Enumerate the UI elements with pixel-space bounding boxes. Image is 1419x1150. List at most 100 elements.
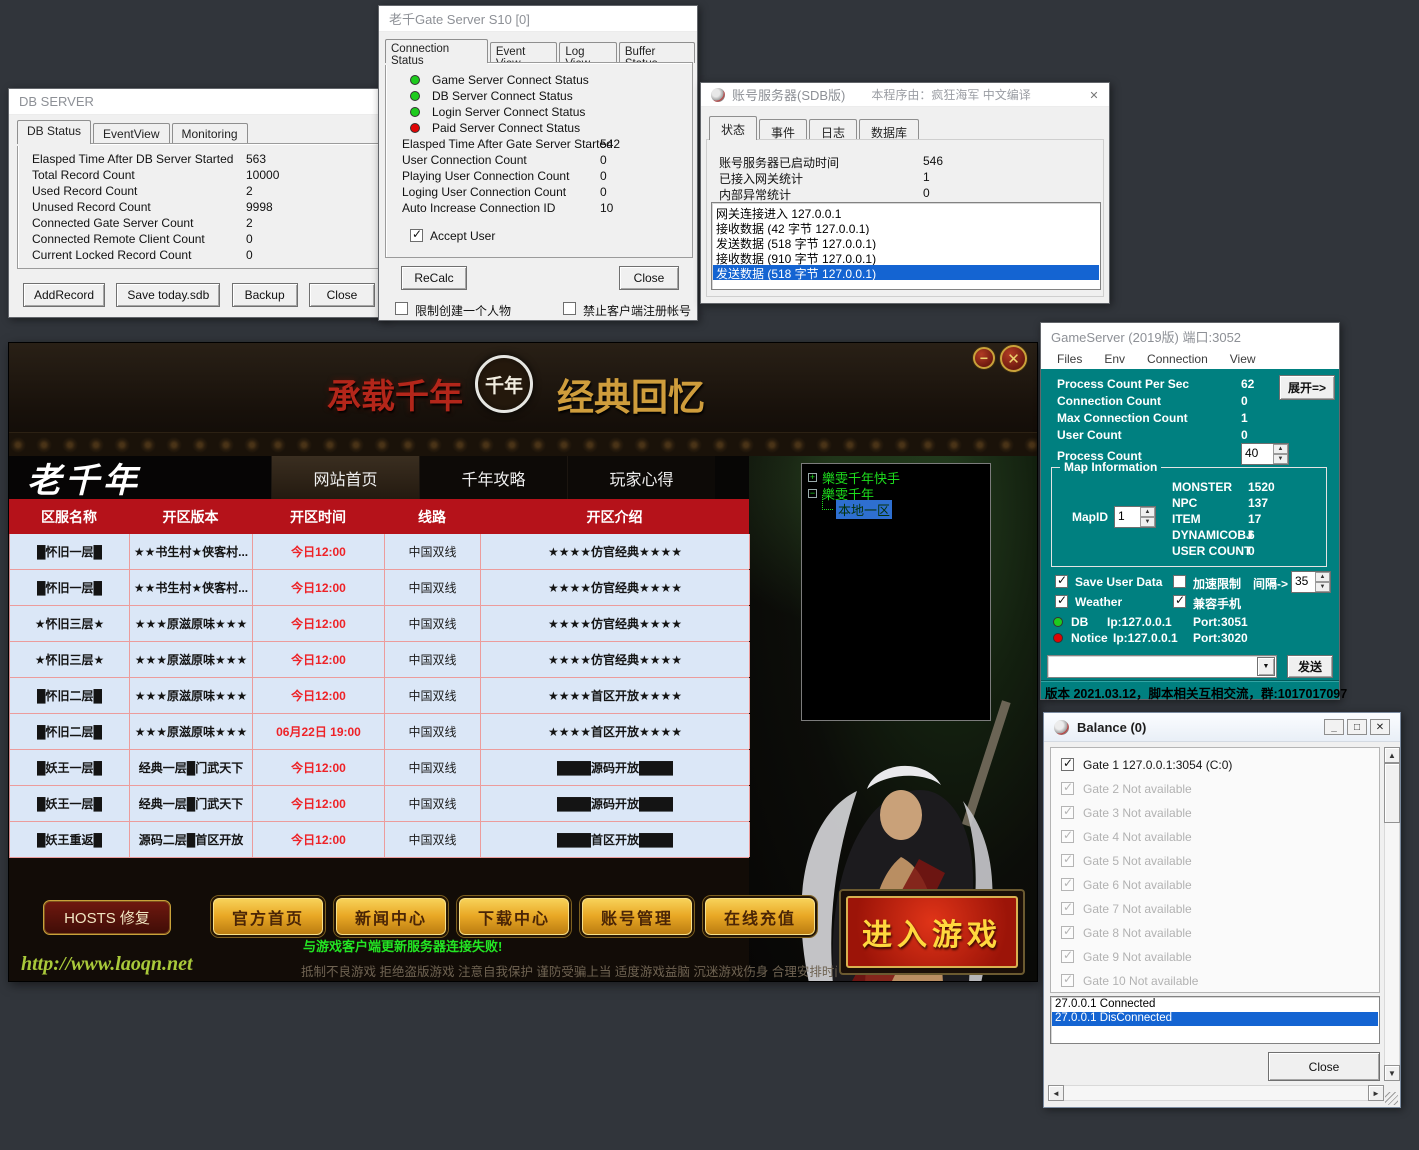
server-row[interactable]: █妖王一层█ 经典一层█门武天下 今日12:00 中国双线 ████源码开放██…: [10, 750, 749, 786]
tab-gate-server[interactable]: Log View: [559, 42, 617, 63]
server-row[interactable]: █妖王重返█ 源码二层█首区开放 今日12:00 中国双线 ████首区开放██…: [10, 822, 749, 858]
menu-item[interactable]: Connection: [1147, 352, 1208, 366]
log-item[interactable]: 网关连接进入 127.0.0.1: [713, 205, 1099, 220]
save-user-data-checkbox[interactable]: ✓: [1055, 575, 1068, 588]
hosts-fix-button[interactable]: HOSTS 修复: [43, 900, 171, 935]
dropdown-icon[interactable]: ▼: [1257, 657, 1275, 676]
tab-db-server[interactable]: EventView: [93, 123, 169, 144]
spin-up-icon[interactable]: ▲: [1273, 444, 1288, 454]
log-item[interactable]: 接收数据 (910 字节 127.0.0.1): [713, 250, 1099, 265]
tree-item[interactable]: 本地一区: [806, 501, 986, 517]
gate-checkbox[interactable]: ✓: [1061, 974, 1074, 987]
interval-stepper[interactable]: 35 ▲▼: [1291, 571, 1331, 593]
maximize-icon[interactable]: □: [1347, 719, 1367, 735]
process-count-stepper[interactable]: 40 ▲▼: [1241, 443, 1289, 465]
spin-up-icon[interactable]: ▲: [1315, 572, 1330, 582]
server-row[interactable]: █怀旧一层█ ★★书生村★侠客村... 今日12:00 中国双线 ★★★★仿官经…: [10, 570, 749, 606]
connection-item[interactable]: 27.0.0.1 DisConnected: [1052, 1012, 1378, 1026]
launcher-gold-button[interactable]: 在线充值: [703, 896, 817, 937]
tab-gate-server[interactable]: Buffer Status: [619, 42, 695, 63]
tab-account-server[interactable]: 日志: [809, 119, 857, 140]
enter-game-button[interactable]: 进入游戏: [846, 896, 1018, 968]
command-combobox[interactable]: ▼: [1047, 655, 1277, 678]
menu-item[interactable]: View: [1230, 352, 1256, 366]
balance-close-button[interactable]: Close: [1268, 1052, 1380, 1081]
gate-item[interactable]: ✓ Gate 8 Not available: [1057, 922, 1379, 946]
spin-down-icon[interactable]: ▼: [1315, 582, 1330, 592]
speed-limit-checkbox[interactable]: [1173, 575, 1186, 588]
launcher-minimize-icon[interactable]: −: [973, 347, 995, 369]
gate-item[interactable]: ✓ Gate 7 Not available: [1057, 898, 1379, 922]
connection-item[interactable]: 27.0.0.1 Connected: [1052, 998, 1378, 1012]
db-server-titlebar[interactable]: DB SERVER: [9, 89, 387, 115]
server-row[interactable]: █妖王一层█ 经典一层█门武天下 今日12:00 中国双线 ████源码开放██…: [10, 786, 749, 822]
gate-server-titlebar[interactable]: 老千Gate Server S10 [0]: [379, 6, 697, 32]
scroll-down-icon[interactable]: ▼: [1384, 1065, 1400, 1081]
gate-item[interactable]: ✓ Gate 6 Not available: [1057, 874, 1379, 898]
balance-titlebar[interactable]: Balance (0) _ □ ✕: [1044, 713, 1400, 742]
gate-item[interactable]: ✓ Gate 5 Not available: [1057, 850, 1379, 874]
server-row[interactable]: ★怀旧三层★ ★★★原滋原味★★★ 今日12:00 中国双线 ★★★★仿官经典★…: [10, 606, 749, 642]
gate-item[interactable]: ✓ Gate 4 Not available: [1057, 826, 1379, 850]
server-row[interactable]: █怀旧一层█ ★★书生村★侠客村... 今日12:00 中国双线 ★★★★仿官经…: [10, 534, 749, 570]
weather-checkbox[interactable]: ✓: [1055, 595, 1068, 608]
forbid-register-checkbox[interactable]: [563, 302, 576, 315]
mobile-compat-checkbox[interactable]: ✓: [1173, 595, 1186, 608]
server-row[interactable]: █怀旧二层█ ★★★原滋原味★★★ 06月22日 19:00 中国双线 ★★★★…: [10, 714, 749, 750]
nav-tab[interactable]: 千年攻略: [419, 456, 567, 499]
minimize-icon[interactable]: _: [1324, 719, 1344, 735]
limit-create-checkbox[interactable]: [395, 302, 408, 315]
gate-checkbox[interactable]: ✓: [1061, 878, 1074, 891]
gate-checkbox[interactable]: ✓: [1061, 926, 1074, 939]
account-server-titlebar[interactable]: 账号服务器(SDB版) 本程序由：疯狂海军 中文编译: [701, 83, 1109, 107]
gate-checkbox[interactable]: ✓: [1061, 902, 1074, 915]
resize-grip[interactable]: [1385, 1092, 1398, 1105]
gate-checkbox[interactable]: ✓: [1061, 854, 1074, 867]
launcher-gold-button[interactable]: 下载中心: [457, 896, 571, 937]
launcher-close-icon[interactable]: ✕: [1000, 345, 1027, 372]
tab-account-server[interactable]: 数据库: [859, 119, 919, 140]
gate-item[interactable]: ✓ Gate 10 Not available: [1057, 970, 1379, 994]
launcher-gold-button[interactable]: 官方首页: [211, 896, 325, 937]
spin-down-icon[interactable]: ▼: [1273, 454, 1288, 464]
gate-checkbox[interactable]: ✓: [1061, 830, 1074, 843]
db-server-button[interactable]: Backup: [232, 283, 298, 307]
menu-item[interactable]: Files: [1057, 352, 1082, 366]
send-button[interactable]: 发送: [1287, 655, 1333, 678]
gate-checkbox[interactable]: ✓: [1061, 950, 1074, 963]
log-item[interactable]: 发送数据 (518 字节 127.0.0.1): [713, 265, 1099, 280]
close-icon[interactable]: ✕: [1370, 719, 1390, 735]
gate-checkbox[interactable]: ✓: [1061, 782, 1074, 795]
menu-item[interactable]: Env: [1104, 352, 1125, 366]
gate-item[interactable]: ✓ Gate 1 127.0.0.1:3054 (C:0): [1057, 754, 1379, 778]
gate-checkbox[interactable]: ✓: [1061, 806, 1074, 819]
gate-item[interactable]: ✓ Gate 3 Not available: [1057, 802, 1379, 826]
scroll-right-icon[interactable]: ►: [1368, 1085, 1384, 1101]
gate-close-button[interactable]: Close: [619, 266, 679, 290]
db-server-button[interactable]: Close: [309, 283, 375, 307]
website-url[interactable]: http://www.laoqn.net: [21, 953, 193, 976]
tab-gate-server[interactable]: Connection Status: [385, 39, 488, 63]
recalc-button[interactable]: ReCalc: [401, 266, 467, 290]
scroll-left-icon[interactable]: ◄: [1048, 1085, 1064, 1101]
game-server-titlebar[interactable]: GameServer (2019版) 端口:3052: [1041, 323, 1339, 349]
horizontal-scrollbar[interactable]: [1048, 1085, 1384, 1101]
server-row[interactable]: █怀旧二层█ ★★★原滋原味★★★ 今日12:00 中国双线 ★★★★首区开放★…: [10, 678, 749, 714]
tree-toggle-icon[interactable]: +: [808, 473, 817, 482]
tree-toggle-icon[interactable]: −: [808, 489, 817, 498]
launcher-gold-button[interactable]: 账号管理: [580, 896, 694, 937]
tree-item[interactable]: − 樂雯千年: [806, 485, 986, 501]
tab-db-server[interactable]: Monitoring: [172, 123, 248, 144]
launcher-gold-button[interactable]: 新闻中心: [334, 896, 448, 937]
log-item[interactable]: 接收数据 (42 字节 127.0.0.1): [713, 220, 1099, 235]
launcher-header[interactable]: 承载千年 千年 经典回忆 − ✕: [9, 343, 1038, 456]
db-server-button[interactable]: Save today.sdb: [116, 283, 220, 307]
tab-db-server[interactable]: DB Status: [17, 120, 91, 144]
tab-gate-server[interactable]: Event View: [490, 42, 557, 63]
gate-item[interactable]: ✓ Gate 9 Not available: [1057, 946, 1379, 970]
tab-account-server[interactable]: 事件: [759, 119, 807, 140]
server-row[interactable]: ★怀旧三层★ ★★★原滋原味★★★ 今日12:00 中国双线 ★★★★仿官经典★…: [10, 642, 749, 678]
scroll-up-icon[interactable]: ▲: [1384, 747, 1400, 763]
nav-tab[interactable]: 网站首页: [271, 456, 419, 499]
expand-button[interactable]: 展开=>: [1279, 375, 1335, 400]
